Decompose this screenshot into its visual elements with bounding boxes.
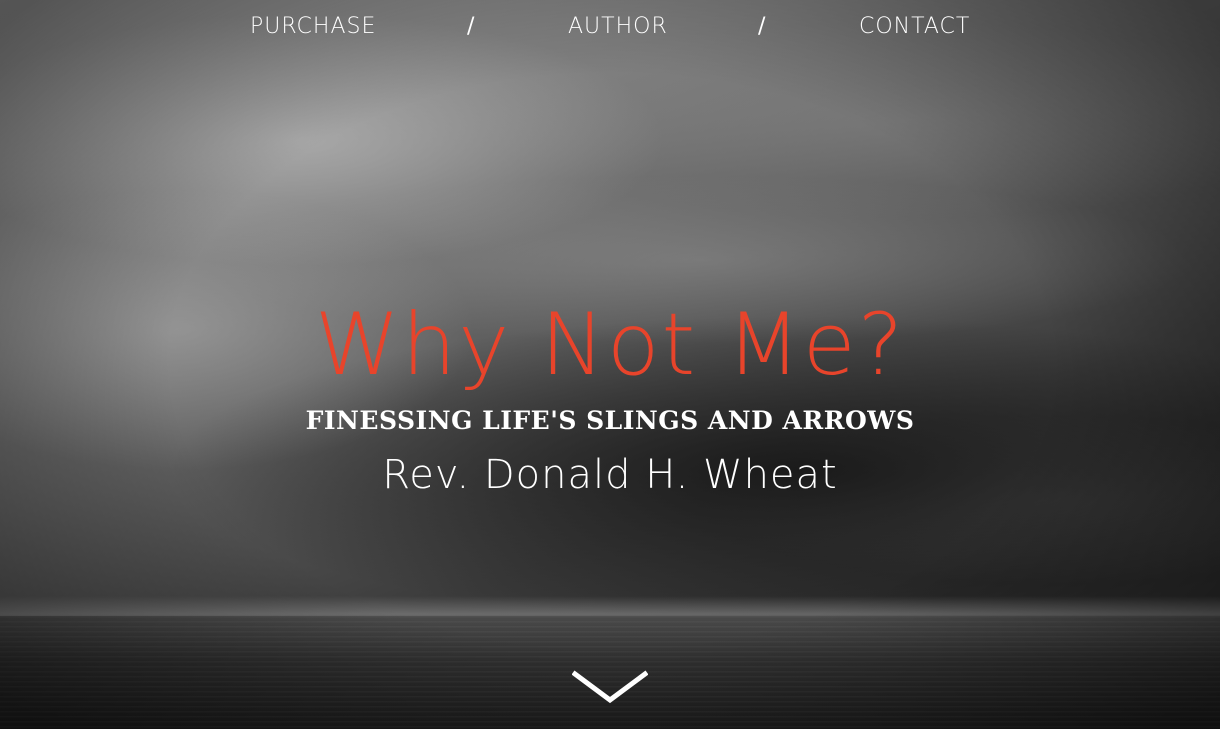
- book-subtitle: FINESSING LIFE'S SLINGS AND ARROWS: [305, 406, 915, 435]
- hero-section: PURCHASE / AUTHOR / CONTACT Why Not Me? …: [0, 0, 1220, 729]
- nav-contact-link[interactable]: CONTACT: [859, 14, 970, 39]
- nav-author-link[interactable]: AUTHOR: [568, 14, 668, 39]
- top-navigation: PURCHASE / AUTHOR / CONTACT: [0, 14, 1220, 46]
- scroll-down-button[interactable]: [571, 668, 649, 708]
- book-title: Why Not Me?: [314, 295, 906, 395]
- author-name: Rev. Donald H. Wheat: [382, 452, 838, 498]
- nav-purchase-link[interactable]: PURCHASE: [250, 14, 376, 39]
- chevron-down-icon: [571, 670, 649, 704]
- nav-separator: /: [758, 14, 766, 39]
- nav-separator: /: [467, 14, 475, 39]
